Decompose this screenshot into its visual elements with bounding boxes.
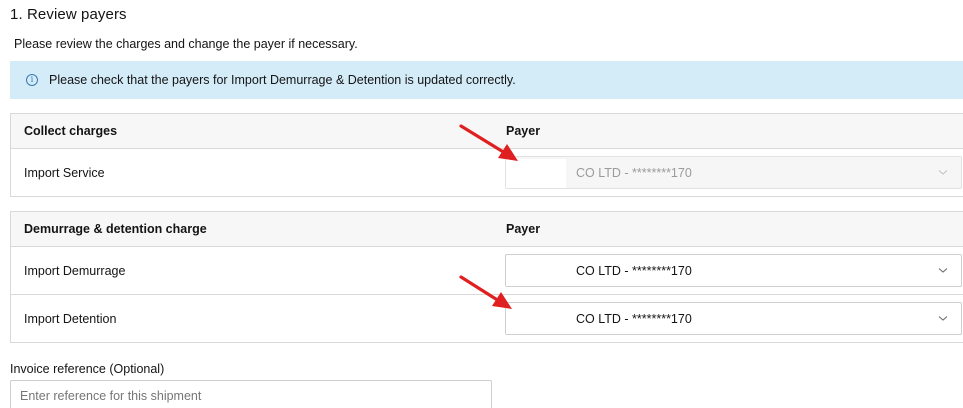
info-banner: i Please check that the payers for Impor… bbox=[10, 61, 963, 99]
charge-name: Import Service bbox=[24, 165, 105, 180]
payer-select-import-detention[interactable]: CO LTD - ********170 bbox=[505, 302, 962, 335]
payer-value: CO LTD - ********170 bbox=[576, 263, 692, 278]
table-row: Import Detention CO LTD - ********170 bbox=[11, 294, 963, 342]
table-header: Demurrage & detention charge Payer bbox=[11, 212, 963, 246]
column-header-charge: Demurrage & detention charge bbox=[24, 222, 207, 236]
charge-name: Import Demurrage bbox=[24, 263, 126, 278]
payer-value: CO LTD - ********170 bbox=[576, 311, 692, 326]
payer-value: CO LTD - ********170 bbox=[576, 165, 692, 180]
section-subtitle: Please review the charges and change the… bbox=[14, 37, 358, 51]
column-header-payer: Payer bbox=[506, 124, 541, 138]
section-title: 1. Review payers bbox=[10, 6, 127, 23]
invoice-reference-label: Invoice reference (Optional) bbox=[10, 362, 165, 376]
chevron-down-icon bbox=[937, 312, 949, 324]
info-banner-text: Please check that the payers for Import … bbox=[49, 73, 516, 87]
collect-charges-table: Collect charges Payer Import Service CO … bbox=[10, 113, 963, 197]
demurrage-detention-table: Demurrage & detention charge Payer Impor… bbox=[10, 211, 963, 343]
charge-name: Import Detention bbox=[24, 311, 117, 326]
invoice-reference-input[interactable] bbox=[10, 380, 492, 408]
chevron-down-icon bbox=[937, 166, 949, 178]
column-header-payer: Payer bbox=[506, 222, 541, 236]
table-header: Collect charges Payer bbox=[11, 114, 963, 148]
table-row: Import Service CO LTD - ********170 bbox=[11, 148, 963, 196]
info-icon: i bbox=[26, 74, 38, 86]
chevron-down-icon bbox=[937, 264, 949, 276]
payer-select-import-demurrage[interactable]: CO LTD - ********170 bbox=[505, 254, 962, 287]
payer-select-import-service[interactable]: CO LTD - ********170 bbox=[505, 156, 962, 189]
column-header-charge: Collect charges bbox=[24, 124, 118, 138]
table-row: Import Demurrage CO LTD - ********170 bbox=[11, 246, 963, 294]
